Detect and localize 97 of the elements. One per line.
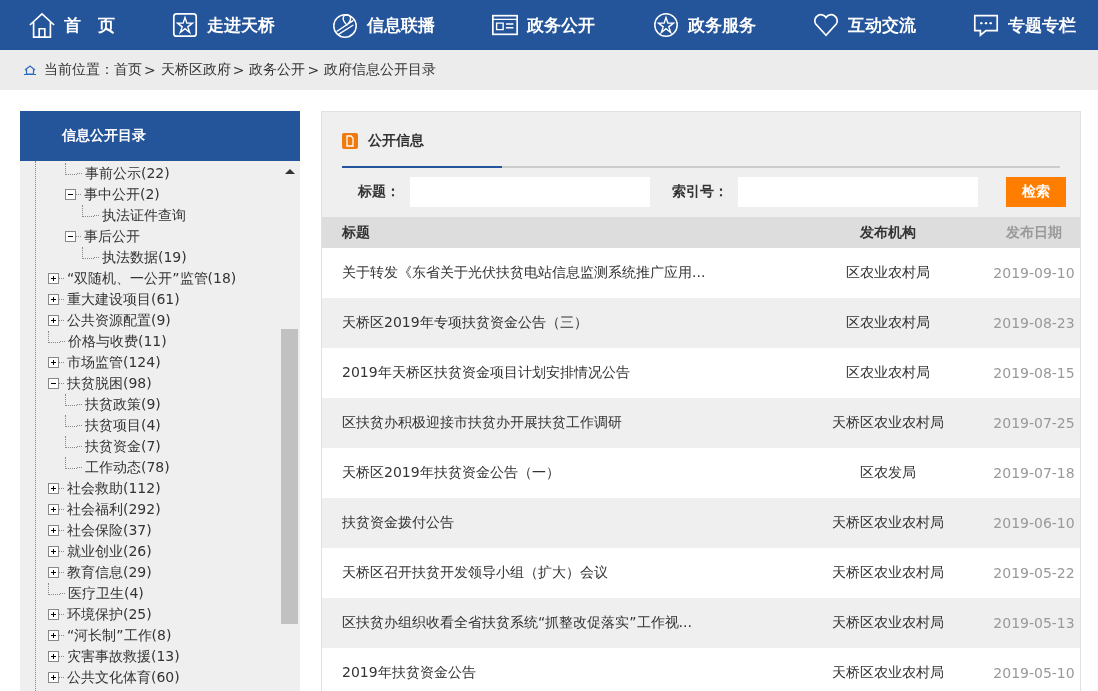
- tree-item[interactable]: 就业创业(26): [67, 542, 152, 561]
- table-cell-text: 天桥区农业农村局: [831, 564, 945, 582]
- table-cell-text: 2019-07-25: [992, 415, 1076, 431]
- tree-toggle[interactable]: [65, 189, 76, 200]
- tree-toggle[interactable]: [48, 651, 59, 662]
- tree-toggle[interactable]: [48, 525, 59, 536]
- tree-item[interactable]: “河长制”工作(8): [67, 626, 172, 645]
- map-pin-icon: [331, 11, 360, 39]
- breadcrumb-label: 当前位置：: [44, 61, 114, 79]
- tree-item[interactable]: 灾害事故救援(13): [67, 647, 180, 666]
- breadcrumb-link[interactable]: 政务公开: [249, 61, 306, 79]
- tree-item[interactable]: 工作动态(78): [85, 458, 170, 477]
- nav-link[interactable]: 专题专栏: [971, 11, 1076, 39]
- tree-toggle[interactable]: [48, 630, 59, 641]
- table-cell-text: 天桥区农业农村局: [831, 414, 945, 432]
- table-cell-text: 区农业农村局: [845, 264, 931, 282]
- column-header: 标题: [341, 223, 371, 242]
- tree-item[interactable]: 扶贫脱困(98): [67, 374, 152, 393]
- table-cell-text: 2019-06-10: [992, 515, 1076, 531]
- tree-toggle[interactable]: [48, 672, 59, 683]
- scrollbar-thumb[interactable]: [281, 329, 298, 624]
- tree-item[interactable]: 社会救助(112): [67, 479, 161, 498]
- tree-item[interactable]: “双随机、一公开”监管(18): [67, 269, 237, 288]
- sidebar-title: 信息公开目录: [20, 111, 300, 161]
- table-cell-text: 区农业农村局: [845, 314, 931, 332]
- tree-item[interactable]: 执法数据(19): [102, 248, 187, 267]
- table-cell-text: 区农业农村局: [845, 364, 931, 382]
- table-cell-text: 区农发局: [859, 464, 917, 482]
- article-link[interactable]: 区扶贫办积极迎接市扶贫办开展扶贫工作调研: [322, 414, 788, 432]
- breadcrumb-separator: >: [307, 62, 320, 78]
- scroll-up-arrow-icon[interactable]: [285, 169, 295, 174]
- tree-item[interactable]: 公共资源配置(9): [67, 311, 171, 330]
- table-cell-text: 2019-05-10: [992, 665, 1076, 681]
- article-link[interactable]: 关于转发《东省关于光伏扶贫电站信息监测系统推广应用...: [322, 264, 788, 282]
- breadcrumb-link[interactable]: 天桥区政府: [160, 61, 231, 79]
- tree-item[interactable]: 扶贫项目(4): [85, 416, 161, 435]
- column-header: 发布机构: [859, 223, 917, 242]
- article-link[interactable]: 2019年天桥区扶贫资金项目计划安排情况公告: [322, 364, 788, 382]
- article-link[interactable]: 2019年扶贫资金公告: [322, 664, 788, 682]
- nav-link[interactable]: 信息联播: [331, 11, 436, 39]
- tree-item[interactable]: 市场监管(124): [67, 353, 161, 372]
- tree-item[interactable]: 扶贫资金(7): [85, 437, 161, 456]
- article-link[interactable]: 天桥区召开扶贫开发领导小组（扩大）会议: [322, 564, 788, 582]
- home-icon: [28, 11, 56, 39]
- tree-toggle[interactable]: [48, 483, 59, 494]
- nav-link[interactable]: 政务公开: [491, 11, 596, 39]
- tree-item[interactable]: 执法证件查询: [102, 206, 186, 225]
- tree-toggle[interactable]: [48, 357, 59, 368]
- tree-toggle[interactable]: [48, 504, 59, 515]
- field-label: 标题：: [358, 182, 400, 201]
- tree-toggle[interactable]: [48, 378, 59, 389]
- nav-link[interactable]: 走进天桥: [171, 11, 276, 39]
- article-link[interactable]: 扶贫资金拨付公告: [322, 514, 788, 532]
- tree-toggle[interactable]: [48, 546, 59, 557]
- tree-item[interactable]: 价格与收费(11): [68, 332, 167, 351]
- nav-link[interactable]: 互动交流: [811, 11, 916, 39]
- document-icon: [342, 133, 358, 149]
- table-cell-text: 2019-05-13: [992, 615, 1076, 631]
- tree-item[interactable]: 教育信息(29): [67, 563, 152, 582]
- breadcrumb-separator: >: [144, 62, 156, 78]
- tree-item[interactable]: 社会福利(292): [67, 500, 161, 519]
- column-header: 发布日期: [1005, 223, 1063, 242]
- tab[interactable]: 公开信息: [342, 116, 502, 168]
- tree-toggle[interactable]: [48, 609, 59, 620]
- breadcrumb-link[interactable]: 政府信息公开目录: [324, 61, 437, 79]
- table-cell-text: 2019-09-10: [992, 265, 1076, 281]
- article-link[interactable]: 天桥区2019年专项扶贫资金公告（三）: [322, 314, 788, 332]
- breadcrumb-separator: >: [232, 62, 245, 78]
- heart-icon: [811, 11, 840, 39]
- tree-item[interactable]: 重大建设项目(61): [67, 290, 180, 309]
- table-cell-text: 2019-05-22: [992, 565, 1076, 581]
- tree-toggle[interactable]: [48, 567, 59, 578]
- tree-item[interactable]: 扶贫政策(9): [85, 395, 161, 414]
- tree-toggle[interactable]: [48, 294, 59, 305]
- nav-link[interactable]: 首 页: [28, 11, 115, 39]
- tree-toggle[interactable]: [65, 231, 76, 242]
- nav-link[interactable]: 政务服务: [651, 11, 756, 39]
- table-cell-text: 天桥区农业农村局: [831, 614, 945, 632]
- tree-item[interactable]: 公共文化体育(60): [67, 668, 180, 687]
- tree-toggle[interactable]: [48, 315, 59, 326]
- article-link[interactable]: 区扶贫办组织收看全省扶贫系统“抓整改促落实”工作视...: [322, 614, 788, 632]
- table-cell-text: 2019-08-23: [992, 315, 1076, 331]
- field-label: 索引号：: [672, 182, 728, 201]
- breadcrumb-link[interactable]: 首页: [114, 61, 142, 79]
- tree-item[interactable]: 环境保护(25): [67, 605, 152, 624]
- home-icon: [24, 65, 36, 75]
- tree-item[interactable]: 医疗卫生(4): [68, 584, 144, 603]
- article-link[interactable]: 天桥区2019年扶贫资金公告（一）: [322, 464, 788, 482]
- tree-item[interactable]: 事中公开(2): [84, 185, 160, 204]
- tree-toggle[interactable]: [48, 273, 59, 284]
- table-cell-text: 天桥区农业农村局: [831, 664, 945, 682]
- tree-item[interactable]: 事前公示(22): [85, 164, 170, 183]
- table-cell-text: 2019-08-15: [992, 365, 1076, 381]
- table-cell-text: 2019-07-18: [992, 465, 1076, 481]
- tree-item[interactable]: 事后公开: [84, 227, 140, 246]
- table-cell-text: 天桥区农业农村局: [831, 514, 945, 532]
- tree-item[interactable]: 社会保险(37): [67, 521, 152, 540]
